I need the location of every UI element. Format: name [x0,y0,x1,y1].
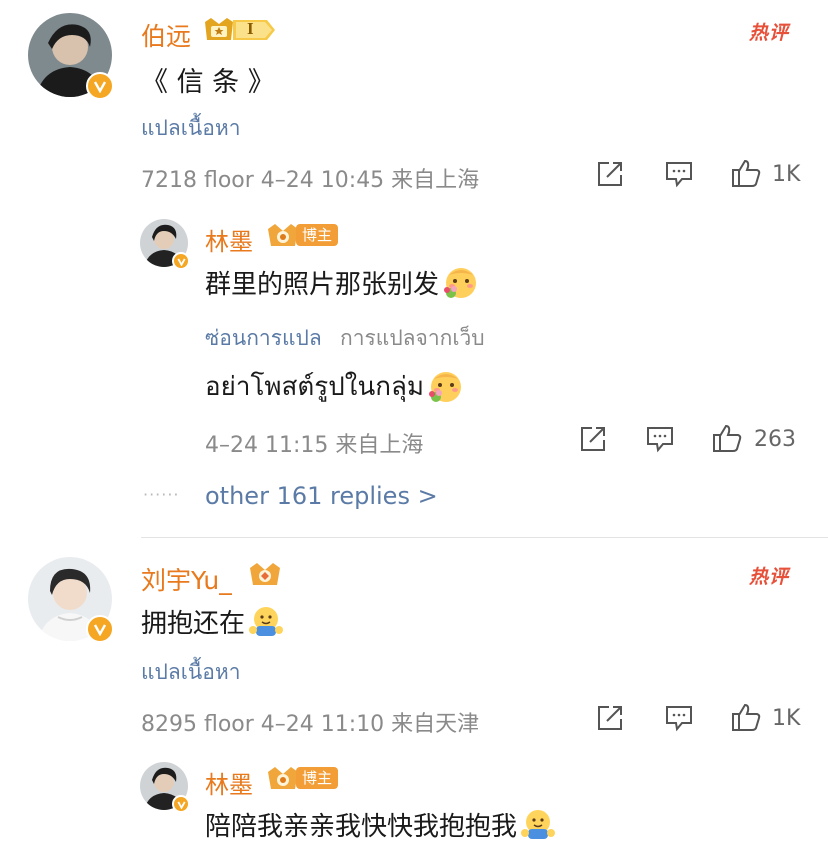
translation-source: การแปลจากเว็บ [340,326,485,350]
level-label: I [247,19,254,38]
crown-icon [268,767,298,789]
verified-icon [172,795,190,813]
comment-author[interactable]: 刘宇Yu_ [141,561,232,597]
comment-meta: 8295 floor 4–24 11:10 来自天津 [141,712,480,737]
comment-icon[interactable] [664,160,694,192]
blogger-label: 博主 [296,224,338,246]
translated-text: อย่าโพสต์รูปในกลุ่ม [205,366,464,407]
crown-icon [250,563,280,585]
replies-dots: ······ [143,485,180,504]
comment-text: 拥抱还在 [141,603,285,640]
share-icon[interactable] [595,160,625,192]
verified-icon [172,252,190,270]
comment-icon[interactable] [664,704,694,736]
reply-text: 群里的照片那张别发 [205,264,479,301]
comment-text: 《 信 条 》 [141,67,275,98]
reply-author[interactable]: 林墨 [205,222,253,257]
hug-emoji [249,606,284,636]
like-icon[interactable] [730,158,762,192]
hide-translation-link[interactable]: ซ่อนการแปล [205,322,322,355]
hot-comment-badge: 热评 [749,566,790,588]
comment-author[interactable]: 伯远 [141,17,191,53]
share-icon[interactable] [595,704,625,736]
reply-text: 陪陪我亲亲我快快我抱抱我 [205,806,557,843]
like-count: 1K [772,162,801,187]
hug-emoji [521,809,556,839]
comment-icon[interactable] [645,425,675,457]
bouquet-emoji [429,371,462,402]
more-replies-link[interactable]: other 161 replies > [205,482,438,510]
blogger-label: 博主 [296,767,338,789]
crown-icon [268,224,298,246]
reply-author[interactable]: 林墨 [205,765,253,800]
verified-icon [86,72,114,100]
bouquet-emoji [444,267,477,298]
level-badge: I [203,16,277,42]
hot-comment-badge: 热评 [749,22,790,44]
like-icon[interactable] [711,423,743,457]
like-icon[interactable] [730,702,762,736]
reply-meta: 4–24 11:15 来自上海 [205,433,424,458]
blogger-badge: 博主 [266,765,338,791]
blogger-badge: 博主 [266,222,338,248]
translate-link[interactable]: แปลเนื้อหา [141,112,241,145]
comment-divider [141,537,828,538]
like-count: 263 [754,427,796,452]
like-count: 1K [772,706,801,731]
translate-link[interactable]: แปลเนื้อหา [141,656,241,689]
verified-icon [86,615,114,643]
share-icon[interactable] [578,425,608,457]
comment-meta: 7218 floor 4–24 10:45 来自上海 [141,168,480,193]
